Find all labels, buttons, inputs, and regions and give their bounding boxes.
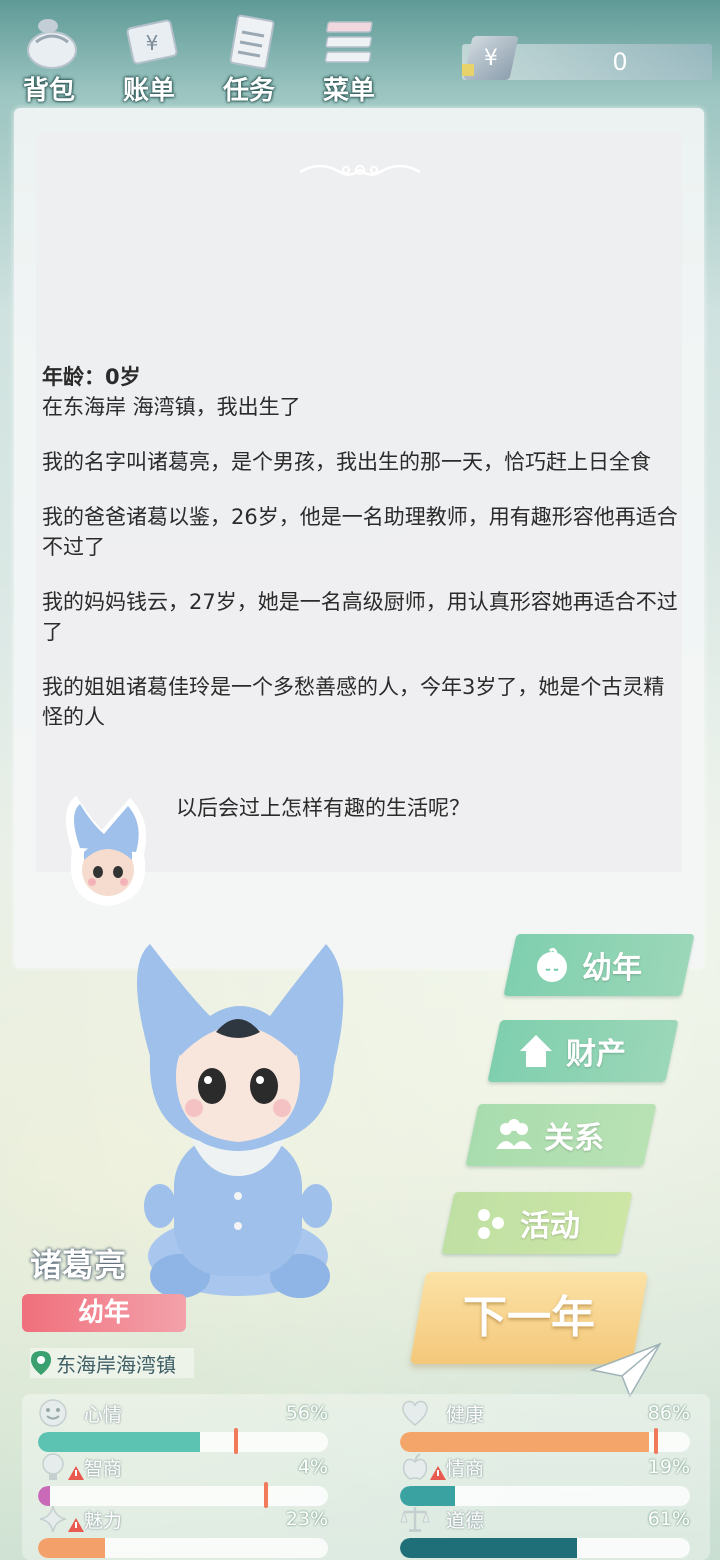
stat-fill <box>38 1432 201 1452</box>
svg-text:¥: ¥ <box>146 31 159 55</box>
warning-icon <box>430 1466 446 1480</box>
story-paragraph: 我的姐姐诸葛佳玲是一个多愁善感的人，今年3岁了，她是个古灵精怪的人 <box>42 675 665 729</box>
story-paragraph: 我的爸爸诸葛以鉴，26岁，他是一名助理教师，用有趣形容他再适合不过了 <box>42 505 678 559</box>
stat-bar <box>38 1486 328 1506</box>
nav-task-label: 任务 <box>222 76 275 106</box>
stat-bar <box>400 1486 690 1506</box>
nav-bill-button[interactable]: ¥ 账单 <box>104 8 194 106</box>
stat-mood: 心情 56% <box>38 1398 328 1454</box>
age-line: 年龄：0岁 <box>42 365 141 389</box>
stat-fill <box>400 1432 650 1452</box>
story-text: 年龄：0岁 在东海岸 海湾镇，我出生了 我的名字叫诸葛亮，是个男孩，我出生的那一… <box>42 362 682 757</box>
stat-label: 道德 <box>446 1510 485 1532</box>
stat-value: 61% <box>647 1508 690 1530</box>
yen-symbol: ¥ <box>484 45 498 71</box>
story-paragraph: 我的名字叫诸葛亮，是个男孩，我出生的那一天，恰巧赶上日全食 <box>42 450 651 474</box>
relations-label: 关系 <box>544 1121 604 1156</box>
stat-label: 情商 <box>446 1458 485 1480</box>
stat-iq: 智商 4% <box>38 1452 328 1508</box>
stat-value: 4% <box>297 1456 328 1478</box>
stat-label: 心情 <box>84 1404 123 1426</box>
warning-icon <box>68 1518 84 1532</box>
stat-label: 魅力 <box>84 1510 123 1532</box>
story-paragraph: 在东海岸 海湾镇，我出生了 <box>42 395 301 419</box>
apple-icon <box>402 1453 428 1480</box>
money-accent <box>462 64 474 76</box>
scales-icon <box>400 1507 430 1532</box>
task-icon <box>229 14 275 70</box>
baby-face-icon <box>537 947 567 982</box>
stat-value: 86% <box>647 1402 690 1424</box>
character-avatar <box>65 796 147 906</box>
nav-menu-label: 菜单 <box>322 76 375 106</box>
stat-bar <box>38 1538 328 1558</box>
stat-fill <box>38 1538 105 1558</box>
warning-icon <box>68 1466 84 1480</box>
stat-bar <box>400 1432 690 1452</box>
character-name: 诸葛亮 <box>30 1246 127 1284</box>
stat-value: 19% <box>647 1456 690 1478</box>
stat-value: 23% <box>285 1508 328 1530</box>
location-pin-icon <box>31 1351 51 1375</box>
property-button[interactable]: 财产 <box>487 1020 679 1082</box>
stat-charm: 魅力 23% <box>38 1504 328 1558</box>
sparkle-icon <box>39 1505 67 1533</box>
location-tag: 东海岸海湾镇 <box>30 1348 194 1378</box>
stat-bar <box>400 1538 690 1558</box>
smiley-icon <box>39 1399 67 1427</box>
lightbulb-icon <box>42 1453 64 1480</box>
stat-label: 健康 <box>446 1404 485 1426</box>
activity-label: 活动 <box>520 1209 580 1244</box>
stage-button[interactable]: 幼年 <box>503 934 695 996</box>
heart-icon <box>402 1400 428 1426</box>
stat-marker <box>654 1428 658 1454</box>
closing-line: 以后会过上怎样有趣的生活呢？ <box>176 796 470 820</box>
stat-fill <box>400 1486 456 1506</box>
stat-marker <box>234 1428 238 1454</box>
stat-health: 健康 86% <box>400 1398 690 1454</box>
stat-fill <box>400 1538 577 1558</box>
nav-menu-button[interactable]: 菜单 <box>304 8 394 106</box>
money-value: 0 <box>612 48 628 76</box>
relations-button[interactable]: 关系 <box>465 1104 657 1166</box>
nav-bag-label: 背包 <box>22 76 75 106</box>
stat-bar <box>38 1432 328 1452</box>
paper-plane-icon <box>590 1342 662 1398</box>
activity-dots-icon <box>478 1209 504 1239</box>
stat-label: 智商 <box>84 1458 123 1480</box>
nav-task-button[interactable]: 任务 <box>204 8 294 106</box>
bag-icon <box>27 19 77 69</box>
story-paragraph: 我的妈妈钱云，27岁，她是一名高级厨师，用认真形容她再适合不过了 <box>42 590 678 644</box>
people-icon <box>496 1119 532 1149</box>
stat-fill <box>38 1486 50 1506</box>
ornament-divider-icon <box>299 164 421 176</box>
menu-icon <box>324 21 373 63</box>
nav-bill-label: 账单 <box>122 76 175 106</box>
top-bar: 背包 ¥ 账单 任务 菜单 ¥ 0 <box>0 0 720 108</box>
life-stage-badge: 幼年 <box>22 1294 186 1332</box>
property-label: 财产 <box>566 1037 626 1072</box>
activity-button[interactable]: 活动 <box>441 1192 633 1254</box>
stage-label: 幼年 <box>582 951 642 986</box>
nav-bag-button[interactable]: 背包 <box>4 8 94 106</box>
location-text: 东海岸海湾镇 <box>56 1352 176 1377</box>
stat-morality: 道德 61% <box>400 1504 690 1558</box>
bill-icon: ¥ <box>126 19 178 65</box>
house-icon <box>520 1035 552 1067</box>
stat-eq: 情商 19% <box>400 1452 690 1506</box>
stat-value: 56% <box>285 1402 328 1424</box>
character-illustration <box>137 944 344 1298</box>
